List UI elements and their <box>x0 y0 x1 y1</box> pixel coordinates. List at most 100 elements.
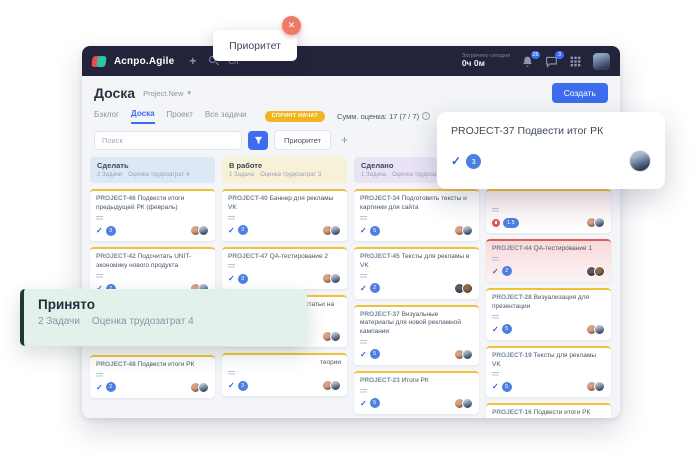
check-icon: ✓ <box>96 226 103 235</box>
points-badge: 1.5 <box>503 218 519 228</box>
points-badge: 3 <box>106 226 116 236</box>
task-card[interactable]: PROJECT-34 Подготовить тексты и картинки… <box>354 189 479 241</box>
points-badge: 3 <box>238 381 248 391</box>
popup-card-title: PROJECT-37 Подвести итог РК <box>451 125 651 137</box>
create-button[interactable]: Создать <box>552 83 608 103</box>
apps-grid-icon[interactable] <box>569 55 582 68</box>
accepted-column-callout: Принято 2 Задачи Оценка трудозатрат 4 <box>20 289 307 346</box>
check-icon: ✓ <box>451 154 461 168</box>
column-done: Сделано 1 ЗадачаОценка трудозатрат PROJE… <box>354 157 479 418</box>
assignee-avatar <box>462 283 473 294</box>
sprint-status-badge: СПРИНТ НАЧАТ <box>265 111 325 122</box>
tab-all-tasks[interactable]: Все задачи <box>205 110 247 123</box>
points-badge: 3 <box>238 274 248 284</box>
column-header: В работе 1 ЗадачаОценка трудозатрат 3 <box>222 157 347 183</box>
column-todo: Сделать 2 ЗадачиОценка трудозатрат 4 PRO… <box>90 157 215 404</box>
task-card[interactable]: PROJECT-19 Тексты для рекламы VK ✓5 <box>486 346 611 398</box>
task-card[interactable]: PROJECT-46 Подвести итоги предыдущей РК … <box>90 189 215 241</box>
task-card[interactable]: PROJECT-48 Подвести итоги РК ✓2 <box>90 355 215 398</box>
task-card[interactable]: PROJECT-37 Визуальные материалы для ново… <box>354 305 479 365</box>
bell-icon[interactable]: 26 <box>521 55 534 68</box>
assignee-avatar <box>330 331 341 342</box>
check-icon: ✓ <box>228 381 235 390</box>
task-card[interactable]: PROJECT-28 Визуализация для презентации … <box>486 288 611 340</box>
points-badge: 2 <box>106 382 116 392</box>
app-window: Аспро.Agile + Сп Затрачено сегодня 0ч 0м… <box>82 46 620 418</box>
description-icon <box>492 208 499 213</box>
assignee-avatar <box>198 382 209 393</box>
task-card[interactable]: PROJECT-23 Итоги РК ✓5 <box>354 371 479 414</box>
assignee-avatar <box>330 273 341 284</box>
check-icon: ✓ <box>360 399 367 408</box>
description-icon <box>492 372 499 377</box>
description-icon <box>96 216 103 221</box>
points-badge: 5 <box>502 382 512 392</box>
board-select[interactable]: Project.New ▾ <box>143 89 191 98</box>
overdue-alarm-icon <box>492 219 500 227</box>
points-badge: 2 <box>502 266 512 276</box>
check-icon: ✓ <box>228 226 235 235</box>
check-icon: ✓ <box>492 267 499 276</box>
chat-badge: 3 <box>555 51 564 59</box>
description-icon <box>228 216 235 221</box>
assignee-avatar <box>462 398 473 409</box>
card-popup[interactable]: PROJECT-37 Подвести итог РК ✓ 3 <box>437 112 665 189</box>
app-logo-icon <box>92 55 105 68</box>
points-badge: 3 <box>466 154 481 169</box>
check-icon: ✓ <box>492 382 499 391</box>
user-avatar[interactable] <box>593 53 610 70</box>
points-badge: 5 <box>502 324 512 334</box>
search-input[interactable] <box>94 131 242 150</box>
column-in-progress: В работе 1 ЗадачаОценка трудозатрат 3 PR… <box>222 157 347 402</box>
points-badge: 5 <box>370 349 380 359</box>
task-card[interactable]: PROJECT-40 Баннер для рекламы VK ✓3 <box>222 189 347 241</box>
description-icon <box>360 340 367 345</box>
points-badge: 2 <box>370 283 380 293</box>
priority-filter-chip[interactable]: Приоритет <box>274 130 331 150</box>
task-card[interactable]: теории ✓3 <box>222 353 347 396</box>
filter-button[interactable] <box>248 131 268 150</box>
tab-board[interactable]: Доска <box>131 109 154 124</box>
assignee-avatar <box>462 225 473 236</box>
description-icon <box>360 389 367 394</box>
add-filter-button[interactable]: + <box>337 133 352 147</box>
bell-badge: 26 <box>531 51 540 59</box>
check-icon: ✓ <box>228 274 235 283</box>
assignee-avatar <box>330 225 341 236</box>
task-card[interactable]: PROJECT-47 QA-тестирование 2 ✓3 <box>222 247 347 290</box>
score-summary: Сумм. оценка: 17 (7 / 7) i <box>337 112 430 121</box>
tab-project[interactable]: Проект <box>167 110 193 123</box>
funnel-icon <box>254 136 263 145</box>
task-card[interactable]: PROJECT-45 Тексты для рекламы в VK ✓2 <box>354 247 479 299</box>
assignee-avatar <box>594 381 605 392</box>
assignee-avatar <box>594 324 605 335</box>
page-title: Доска <box>94 85 135 101</box>
top-navbar: Аспро.Agile + Сп Затрачено сегодня 0ч 0м… <box>82 46 620 76</box>
points-badge: 5 <box>370 226 380 236</box>
add-icon[interactable]: + <box>189 54 196 68</box>
info-icon[interactable]: i <box>422 112 430 120</box>
priority-tooltip: Приоритет <box>213 30 297 61</box>
check-icon: ✓ <box>96 383 103 392</box>
chevron-down-icon: ▾ <box>188 89 192 97</box>
description-icon <box>492 315 499 320</box>
check-icon: ✓ <box>360 350 367 359</box>
time-tracker: Затрачено сегодня 0ч 0м <box>462 53 510 68</box>
assignee-avatar <box>594 266 605 277</box>
tab-backlog[interactable]: Бэклог <box>94 110 119 123</box>
assignee-avatar <box>629 150 651 172</box>
description-icon <box>96 373 103 378</box>
close-icon[interactable]: ✕ <box>282 16 301 35</box>
task-card[interactable]: PROJECT-16 Подвести итоги РК <box>486 403 611 418</box>
column-accepted: Принято 2 ЗадачиОценка трудозатрат 4 1.5… <box>486 157 611 418</box>
task-card[interactable]: 1.5 <box>486 189 611 233</box>
description-icon <box>360 274 367 279</box>
check-icon: ✓ <box>492 325 499 334</box>
task-card[interactable]: PROJECT-44 QA-тестирование 1 ✓2 <box>486 239 611 282</box>
kanban-board: Сделать 2 ЗадачиОценка трудозатрат 4 PRO… <box>82 155 620 418</box>
description-icon <box>228 371 235 376</box>
description-icon <box>96 274 103 279</box>
app-name: Аспро.Agile <box>114 56 174 67</box>
assignee-avatar <box>594 217 605 228</box>
chat-icon[interactable]: 3 <box>545 55 558 68</box>
